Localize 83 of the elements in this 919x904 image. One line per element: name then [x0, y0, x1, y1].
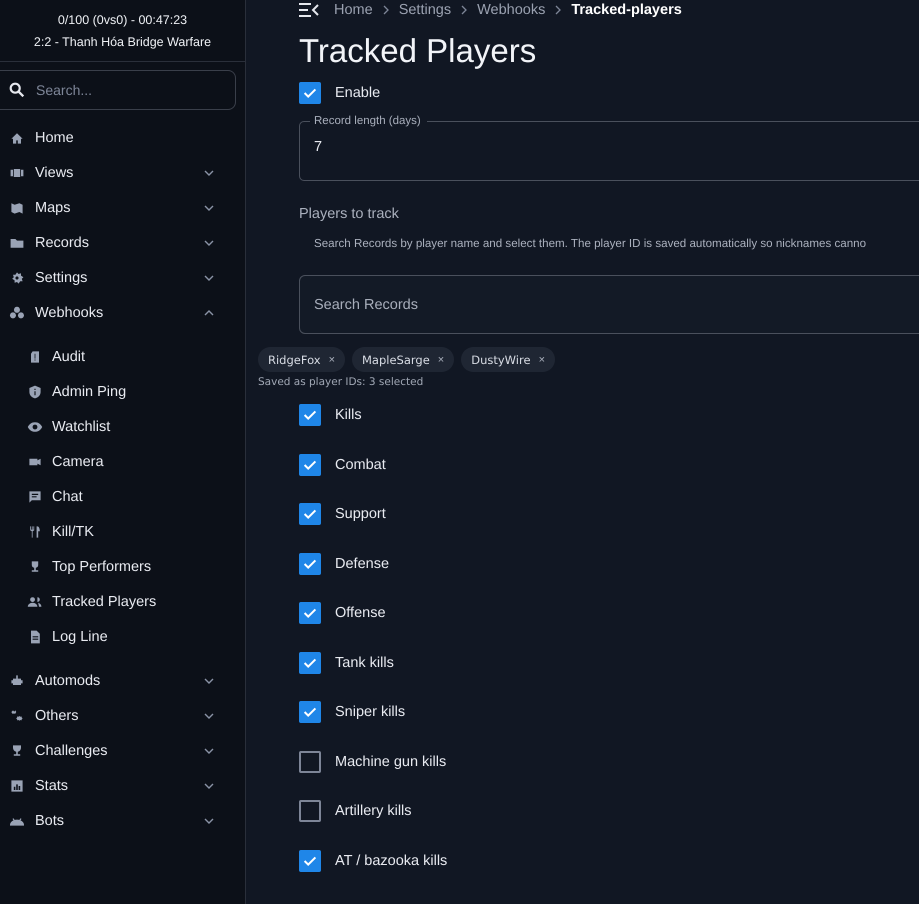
nav-item[interactable]: Stats [0, 768, 245, 803]
nav-icon [9, 708, 25, 724]
remove-button[interactable]: × [328, 354, 335, 366]
chevron-right-icon [461, 5, 468, 15]
nav-item[interactable]: Webhooks [0, 295, 245, 330]
checkbox-label: Defense [335, 556, 390, 572]
server-status-text: 0/100 (0vs0) - 00:47:23 [56, 12, 188, 29]
checkbox[interactable] [299, 454, 321, 476]
server-status-text: 2:2 - Thanh Hóa Bridge Warfare [32, 34, 212, 51]
checkbox-label: Kills [335, 407, 362, 423]
chevron-down-icon [204, 748, 214, 754]
checkbox-label: Offense [335, 605, 386, 621]
search-field[interactable]: Search... [0, 70, 236, 110]
checkbox-label: Combat [335, 456, 386, 472]
chevron-down-icon [204, 678, 214, 684]
page-title: Tracked Players [299, 31, 538, 71]
nav-item[interactable]: Bots [0, 803, 245, 838]
chevron-up-icon [204, 310, 214, 316]
nav-subitem[interactable]: Tracked Players [0, 584, 245, 619]
checkbox[interactable] [299, 850, 321, 872]
chevron-down-icon [204, 274, 214, 280]
search-icon [8, 81, 26, 99]
checkbox-label: Enable [335, 85, 380, 101]
nav-subitem[interactable]: Audit [0, 339, 245, 374]
menu-collapse-icon[interactable] [298, 2, 320, 18]
nav-item[interactable]: Views [0, 155, 245, 190]
breadcrumb-link[interactable]: Settings [398, 2, 452, 18]
nav-item[interactable]: Home [0, 120, 245, 155]
checkbox[interactable] [299, 750, 321, 772]
nav-subitem[interactable]: Chat [0, 479, 245, 514]
player-chip: RidgeFox × [258, 347, 345, 372]
chevron-down-icon [204, 712, 214, 718]
breadcrumb-link[interactable]: Webhooks [477, 2, 546, 18]
chevron-right-icon [555, 5, 562, 15]
chevron-down-icon [204, 240, 214, 246]
nav-icon [27, 488, 43, 504]
remove-button[interactable]: × [538, 354, 545, 366]
checkbox-label: AT / bazooka kills [335, 852, 448, 868]
nav-subitem[interactable]: Camera [0, 444, 245, 479]
chevron-down-icon [204, 782, 214, 788]
nav-item[interactable]: Automods [0, 663, 245, 698]
checkbox-label: Sniper kills [335, 704, 406, 720]
hint-text: Search Records by player name and select them. The player ID is saved automatically so nicknames canno [314, 237, 868, 250]
chevron-down-icon [204, 170, 214, 176]
nav-item[interactable]: Settings [0, 260, 245, 295]
selection-summary: Saved as player IDs: 3 selected [257, 375, 424, 388]
nav-item[interactable]: Records [0, 225, 245, 260]
nav-icon [27, 524, 43, 540]
chevron-down-icon [204, 204, 214, 210]
nav-item[interactable]: Others [0, 698, 245, 733]
checkbox[interactable] [299, 82, 321, 104]
checkbox[interactable] [299, 701, 321, 723]
record-length-field[interactable]: Record length (days) 7 [299, 115, 919, 181]
nav-icon [9, 304, 25, 320]
chevron-down-icon [204, 818, 214, 824]
player-chip: DustyWire × [461, 347, 555, 372]
checkbox-label: Support [335, 506, 386, 522]
checkbox[interactable] [299, 602, 321, 624]
nav-subitem[interactable]: Admin Ping [0, 374, 245, 409]
nav-subitem[interactable]: Kill/TK [0, 514, 245, 549]
nav-subitem[interactable]: Watchlist [0, 409, 245, 444]
checkbox[interactable] [299, 552, 321, 574]
nav-item[interactable]: Challenges [0, 733, 245, 768]
checkbox-label: Machine gun kills [335, 754, 446, 770]
nav-item[interactable]: Maps [0, 190, 245, 225]
checkbox-label: Tank kills [335, 654, 394, 670]
nav-subitem[interactable]: Top Performers [0, 549, 245, 584]
nav-icon [9, 778, 25, 794]
nav-subitem[interactable]: Log Line [0, 619, 245, 654]
section-heading: Players to track [299, 206, 400, 222]
nav-icon [9, 270, 25, 286]
nav-icon [27, 384, 43, 400]
remove-button[interactable]: × [438, 354, 444, 366]
checkbox[interactable] [299, 404, 321, 426]
checkbox[interactable] [299, 503, 321, 525]
checkbox-label: Artillery kills [335, 803, 412, 819]
search-records-field[interactable]: Search Records [299, 275, 919, 334]
chevron-right-icon [382, 5, 389, 15]
player-chip: MapleSarge × [352, 347, 454, 372]
breadcrumb-current: Tracked-players [571, 2, 682, 18]
breadcrumb-link[interactable]: Home [334, 2, 373, 18]
checkbox[interactable] [299, 652, 321, 674]
checkbox[interactable] [299, 800, 321, 822]
